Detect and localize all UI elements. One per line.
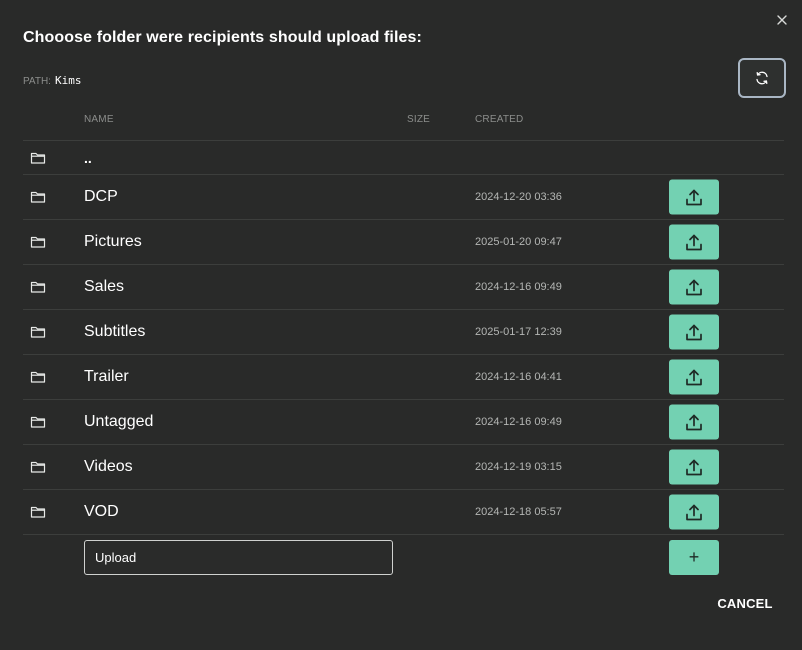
folder-name: Pictures <box>84 233 142 250</box>
folder-created-date: 2024-12-16 04:41 <box>475 371 562 383</box>
folder-row[interactable]: DCP 2024-12-20 03:36 <box>23 175 784 220</box>
folder-created-date: 2025-01-17 12:39 <box>475 326 562 338</box>
column-header-created[interactable]: CREATED <box>475 114 523 125</box>
upload-icon <box>686 414 702 430</box>
select-folder-upload-button[interactable] <box>669 314 719 350</box>
folder-row[interactable]: Untagged 2024-12-16 09:49 <box>23 400 784 445</box>
folder-name: Sales <box>84 278 125 295</box>
column-header-size[interactable]: SIZE <box>407 114 430 125</box>
folder-name: Untagged <box>84 413 154 430</box>
folder-list: .. DCP 2024-12-20 03:36 Pictures 2025-01… <box>23 141 784 581</box>
upload-icon <box>686 369 702 385</box>
folder-row[interactable]: Videos 2024-12-19 03:15 <box>23 445 784 490</box>
parent-folder-name: .. <box>84 149 92 166</box>
folder-name: DCP <box>84 188 118 205</box>
upload-icon <box>686 234 702 250</box>
select-folder-upload-button[interactable] <box>669 224 719 260</box>
folder-created-date: 2024-12-19 03:15 <box>475 461 562 473</box>
path-label: PATH: <box>23 76 51 87</box>
folder-icon <box>30 460 46 474</box>
folder-icon <box>30 370 46 384</box>
select-folder-upload-button[interactable] <box>669 494 719 530</box>
select-folder-upload-button[interactable] <box>669 269 719 305</box>
folder-icon <box>30 505 46 519</box>
select-folder-upload-button[interactable] <box>669 359 719 395</box>
dialog-title: Chooose folder were recipients should up… <box>23 29 422 46</box>
new-folder-row: + <box>23 535 784 581</box>
add-folder-button[interactable]: + <box>669 540 719 575</box>
folder-icon <box>30 190 46 204</box>
upload-icon <box>686 279 702 295</box>
folder-created-date: 2024-12-16 09:49 <box>475 416 562 428</box>
folder-row[interactable]: Sales 2024-12-16 09:49 <box>23 265 784 310</box>
path-breadcrumb: PATH: Kims <box>23 74 81 87</box>
folder-name: Trailer <box>84 368 129 385</box>
path-value: Kims <box>54 74 82 87</box>
upload-icon <box>686 189 702 205</box>
folder-created-date: 2024-12-20 03:36 <box>475 191 562 203</box>
upload-icon <box>686 504 702 520</box>
folder-name: Videos <box>84 458 133 475</box>
select-folder-upload-button[interactable] <box>669 179 719 215</box>
folder-created-date: 2024-12-18 05:57 <box>475 506 562 518</box>
choose-folder-dialog: Chooose folder were recipients should up… <box>0 0 802 650</box>
folder-created-date: 2024-12-16 09:49 <box>475 281 562 293</box>
folder-row[interactable]: Subtitles 2025-01-17 12:39 <box>23 310 784 355</box>
folder-name: VOD <box>84 503 119 520</box>
column-header-name[interactable]: NAME <box>84 114 114 125</box>
folder-icon <box>30 280 46 294</box>
folder-row[interactable]: Trailer 2024-12-16 04:41 <box>23 355 784 400</box>
folder-name: Subtitles <box>84 323 146 340</box>
folder-row[interactable]: VOD 2024-12-18 05:57 <box>23 490 784 535</box>
plus-icon: + <box>688 547 700 567</box>
folder-row[interactable]: Pictures 2025-01-20 09:47 <box>23 220 784 265</box>
folder-icon <box>30 151 46 165</box>
select-folder-upload-button[interactable] <box>669 404 719 440</box>
folder-icon <box>30 415 46 429</box>
parent-folder-row[interactable]: .. <box>23 141 784 175</box>
refresh-button[interactable] <box>738 58 786 98</box>
new-folder-name-input[interactable] <box>84 540 393 575</box>
select-folder-upload-button[interactable] <box>669 449 719 485</box>
close-icon[interactable] <box>774 12 790 28</box>
table-header: NAME SIZE CREATED <box>23 108 784 141</box>
folder-icon <box>30 235 46 249</box>
refresh-icon <box>756 71 768 85</box>
upload-icon <box>686 324 702 340</box>
cancel-button[interactable]: CANCEL <box>715 596 775 614</box>
folder-created-date: 2025-01-20 09:47 <box>475 236 562 248</box>
upload-icon <box>686 459 702 475</box>
folder-icon <box>30 325 46 339</box>
